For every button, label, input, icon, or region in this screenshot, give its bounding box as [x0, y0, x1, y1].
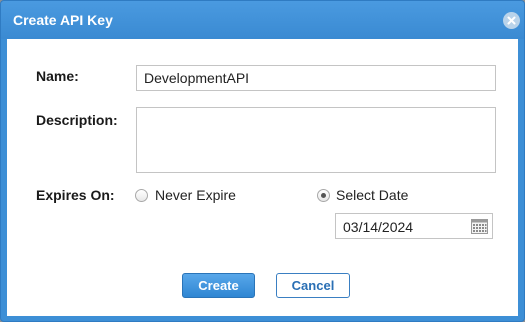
expiry-date-field[interactable]: 03/14/2024: [335, 213, 493, 239]
dialog-title-bar[interactable]: Create API Key: [1, 1, 524, 39]
create-button[interactable]: Create: [182, 273, 255, 298]
never-expire-radio[interactable]: [135, 189, 148, 202]
dialog-title: Create API Key: [13, 12, 113, 28]
name-input[interactable]: [136, 65, 496, 91]
never-expire-label[interactable]: Never Expire: [155, 187, 236, 203]
calendar-icon[interactable]: [471, 219, 488, 239]
name-label: Name:: [36, 68, 79, 84]
select-date-radio[interactable]: [317, 189, 330, 202]
cancel-button[interactable]: Cancel: [276, 273, 350, 298]
expires-on-label: Expires On:: [36, 187, 115, 203]
close-icon[interactable]: [503, 12, 520, 29]
description-textarea[interactable]: [136, 107, 496, 173]
description-label: Description:: [36, 112, 118, 128]
dialog-body: Name: Description: Expires On: Never Exp…: [7, 39, 518, 316]
select-date-label[interactable]: Select Date: [336, 187, 408, 203]
expiry-date-value[interactable]: 03/14/2024: [343, 219, 413, 235]
create-api-key-dialog: Create API Key Name: Description: Expire…: [0, 0, 525, 322]
